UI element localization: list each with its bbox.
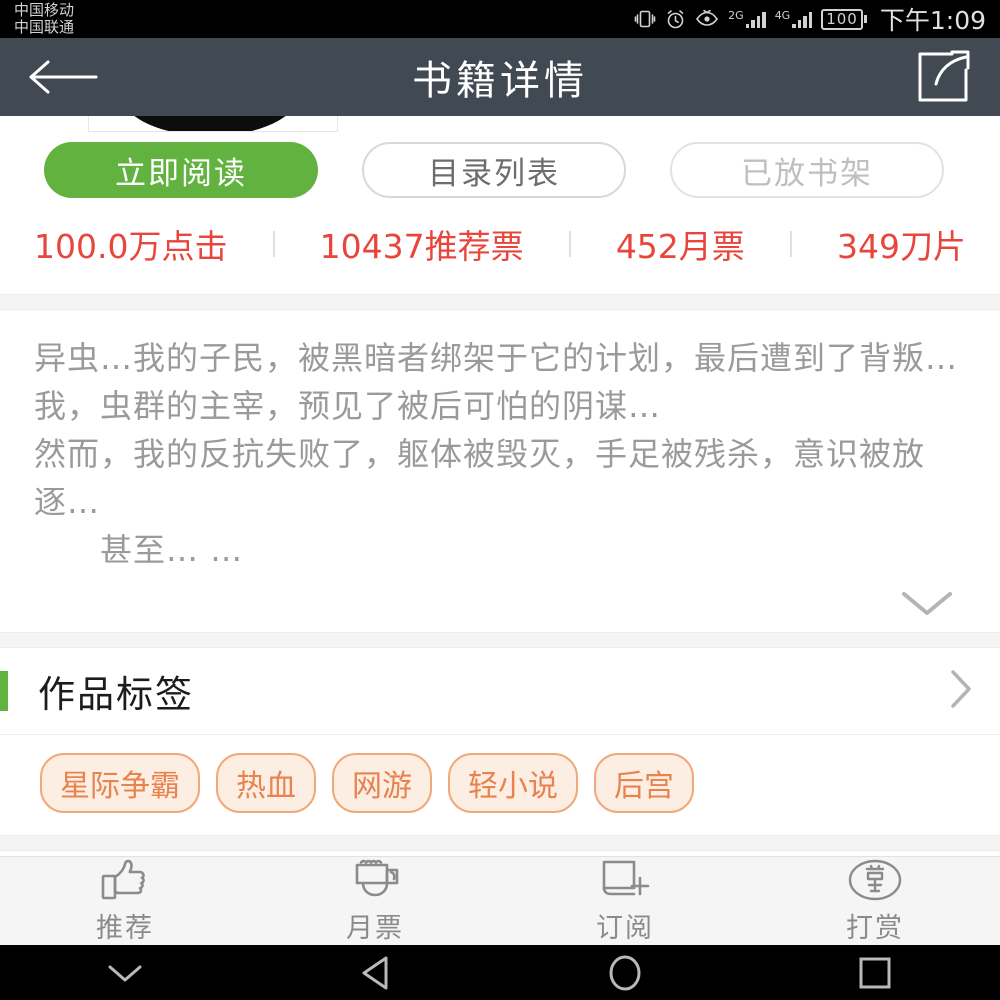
signal-bars-4g bbox=[792, 11, 813, 28]
app-header: 书籍详情 bbox=[0, 38, 1000, 116]
accent-bar bbox=[0, 671, 8, 711]
tab-label: 打赏 bbox=[846, 912, 904, 944]
carrier-secondary: 中国联通 bbox=[14, 18, 75, 36]
android-nav-bar bbox=[0, 945, 1000, 1000]
signal-2g: 2G bbox=[728, 8, 766, 28]
section-tags-right bbox=[948, 668, 974, 714]
tag-list: 星际争霸 热血 网游 轻小说 后宫 bbox=[0, 735, 1000, 835]
expand-description-button[interactable] bbox=[0, 580, 1000, 632]
status-bar: 中国移动 中国联通 2G 4G 100 下午1:09 bbox=[0, 0, 1000, 38]
battery-icon: 100 bbox=[821, 8, 867, 30]
eye-icon bbox=[695, 10, 719, 28]
section-gap bbox=[0, 835, 1000, 851]
section-title-tags: 作品标签 bbox=[38, 673, 194, 716]
stat-divider bbox=[227, 231, 319, 257]
status-time: 下午1:09 bbox=[879, 6, 986, 35]
section-gap bbox=[0, 632, 1000, 648]
reward-circle-icon bbox=[847, 858, 903, 902]
section-tags-header[interactable]: 作品标签 bbox=[0, 648, 1000, 734]
hide-keyboard-button[interactable] bbox=[0, 962, 250, 984]
tab-label: 月票 bbox=[346, 912, 404, 944]
tab-label: 订阅 bbox=[596, 912, 654, 944]
book-cover-image[interactable] bbox=[88, 116, 338, 132]
stat-blades: 349刀片 bbox=[836, 227, 966, 266]
tab-reward[interactable]: 打赏 bbox=[750, 858, 1000, 945]
tab-recommend[interactable]: 推荐 bbox=[0, 858, 250, 945]
network-type-4g: 4G bbox=[774, 8, 791, 22]
stat-clicks: 100.0万点击 bbox=[34, 227, 228, 266]
signal-bars-2g bbox=[745, 11, 766, 28]
book-description: 异虫…我的子民，被黑暗者绑架于它的计划，最后遭到了背叛… 我，虫群的主宰，预见了… bbox=[0, 310, 1000, 580]
description-text: 异虫…我的子民，被黑暗者绑架于它的计划，最后遭到了背叛… 我，虫群的主宰，预见了… bbox=[34, 339, 959, 569]
chevron-right-icon bbox=[948, 668, 974, 714]
network-type-2g: 2G bbox=[728, 8, 744, 22]
app-root: 中国移动 中国联通 2G 4G 100 下午1:09 书籍详情 立即阅读 目录列… bbox=[0, 0, 1000, 1000]
page-title: 书籍详情 bbox=[412, 58, 588, 104]
share-button[interactable] bbox=[912, 48, 974, 106]
book-cover-art bbox=[117, 116, 303, 131]
action-buttons: 立即阅读 目录列表 已放书架 bbox=[0, 132, 1000, 198]
tag-item[interactable]: 网游 bbox=[332, 753, 432, 813]
book-stats: 100.0万点击 10437推荐票 452月票 349刀片 bbox=[0, 198, 1000, 294]
signal-4g: 4G bbox=[774, 8, 813, 28]
stat-recommend-votes: 10437推荐票 bbox=[319, 227, 524, 266]
bottom-action-bar: 推荐 月票 订阅 打赏 bbox=[0, 856, 1000, 945]
tag-item[interactable]: 后宫 bbox=[594, 753, 694, 813]
book-plus-icon bbox=[598, 858, 652, 902]
back-button[interactable] bbox=[26, 57, 100, 97]
carrier-primary: 中国移动 bbox=[14, 1, 75, 19]
nav-recents-button[interactable] bbox=[750, 954, 1000, 992]
tab-subscribe[interactable]: 订阅 bbox=[500, 858, 750, 945]
stat-divider bbox=[745, 231, 837, 257]
stat-monthly-votes: 452月票 bbox=[615, 227, 745, 266]
tab-label: 推荐 bbox=[96, 912, 154, 944]
book-cover-strip bbox=[0, 116, 1000, 132]
thumbs-up-icon bbox=[99, 858, 151, 902]
section-gap bbox=[0, 294, 1000, 310]
nav-home-button[interactable] bbox=[500, 953, 750, 993]
catalog-button[interactable]: 目录列表 bbox=[362, 142, 626, 198]
on-shelf-button: 已放书架 bbox=[670, 142, 944, 198]
status-icons: 2G 4G 100 下午1:09 bbox=[634, 1, 986, 37]
tag-item[interactable]: 轻小说 bbox=[448, 753, 578, 813]
alarm-clock-icon bbox=[665, 9, 686, 30]
battery-nub bbox=[863, 15, 867, 23]
nav-back-button[interactable] bbox=[250, 954, 500, 992]
vibrate-icon bbox=[634, 9, 656, 29]
stat-divider bbox=[524, 231, 616, 257]
carrier-labels: 中国移动 中国联通 bbox=[14, 2, 74, 36]
battery-level: 100 bbox=[821, 8, 863, 30]
read-now-button[interactable]: 立即阅读 bbox=[44, 142, 318, 198]
tab-monthly-vote[interactable]: 月票 bbox=[250, 858, 500, 945]
tag-item[interactable]: 星际争霸 bbox=[40, 753, 200, 813]
content-scroll[interactable]: 立即阅读 目录列表 已放书架 100.0万点击 10437推荐票 452月票 3… bbox=[0, 116, 1000, 856]
tag-item[interactable]: 热血 bbox=[216, 753, 316, 813]
ticket-hand-icon bbox=[347, 858, 403, 902]
